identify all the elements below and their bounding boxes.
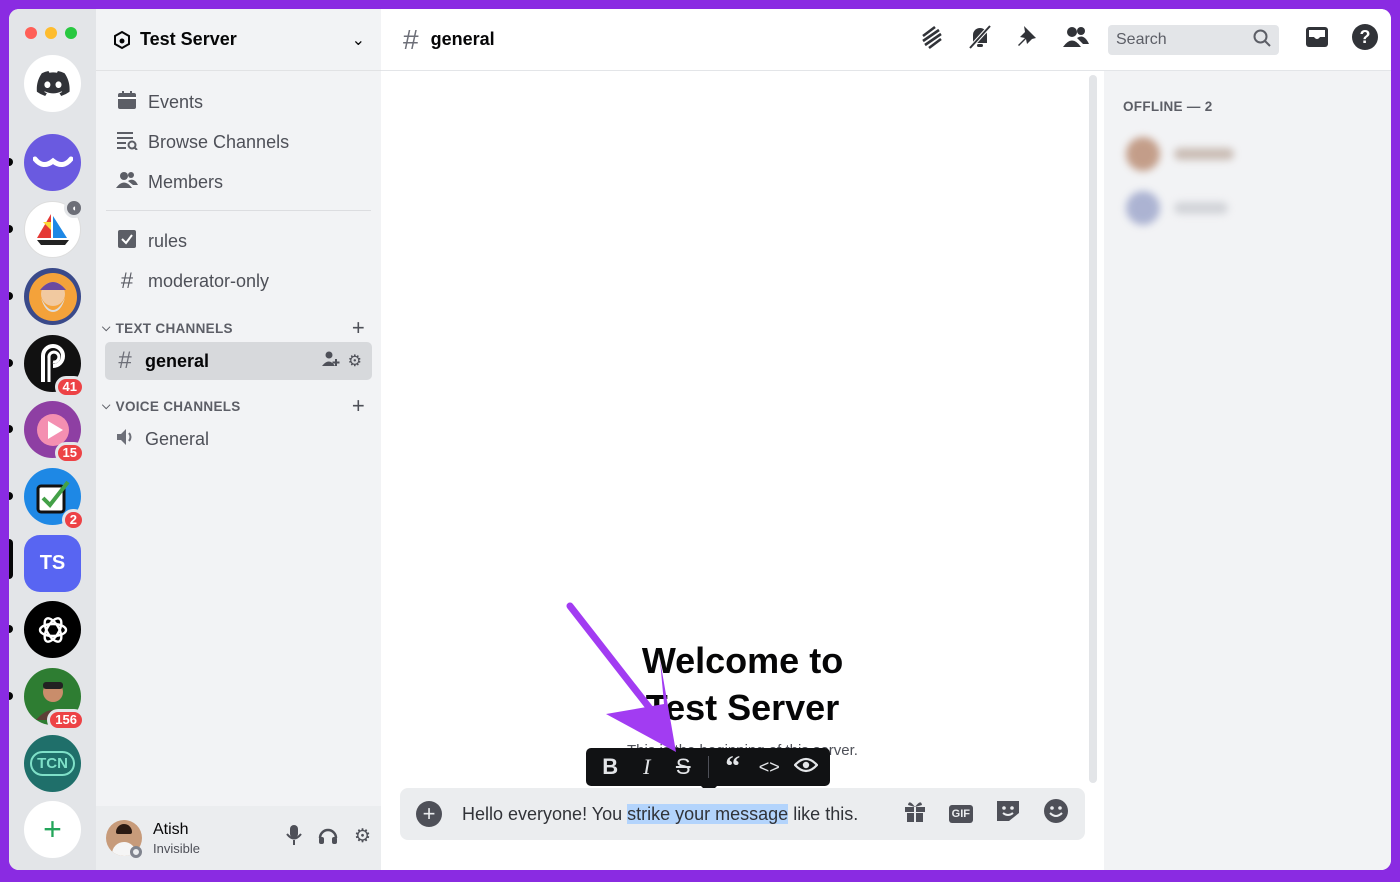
nav-browse-channels[interactable]: Browse Channels — [96, 122, 381, 162]
emoji-icon[interactable] — [1043, 798, 1069, 830]
sticker-icon[interactable] — [995, 799, 1021, 829]
search-input[interactable]: Search — [1108, 25, 1279, 55]
hash-icon: # — [118, 347, 132, 374]
strikethrough-icon[interactable]: S — [665, 754, 702, 780]
wave-server-button[interactable] — [24, 134, 81, 191]
threads-icon[interactable] — [908, 24, 956, 56]
member-row[interactable] — [1126, 191, 1228, 225]
close-window-button[interactable] — [25, 27, 37, 39]
channel-moderator-only[interactable]: # moderator-only — [96, 261, 381, 301]
channel-sidebar: Test Server ⌄ Events Browse Channels Mem… — [96, 9, 381, 870]
speaker-icon — [115, 425, 135, 453]
add-server-button[interactable]: + — [24, 801, 81, 858]
plus-icon: + — [43, 811, 62, 847]
mention-badge: 15 — [54, 442, 85, 464]
welcome-title-line2: Test Server — [645, 687, 840, 728]
create-channel-icon[interactable]: + — [352, 393, 365, 419]
formatting-toolbar: B I S “ <> — [586, 748, 830, 794]
mention-badge: 41 — [54, 376, 85, 398]
wizard-icon — [28, 272, 77, 321]
italic-icon[interactable]: I — [629, 754, 666, 780]
member-list-icon[interactable] — [1052, 26, 1100, 54]
user-panel: Atish Invisible ⚙ — [96, 806, 381, 870]
p-server-button[interactable]: 41 — [24, 335, 85, 398]
gift-icon[interactable] — [903, 799, 927, 829]
server-name: Test Server — [140, 29, 237, 49]
checkbox-icon — [36, 480, 70, 513]
invite-icon[interactable] — [321, 351, 340, 372]
nav-events[interactable]: Events — [96, 82, 381, 122]
minimize-window-button[interactable] — [45, 27, 57, 39]
search-icon — [1253, 29, 1271, 52]
user-status: Invisible — [153, 840, 200, 856]
member-row[interactable] — [1126, 137, 1234, 171]
category-text-channels[interactable]: ⌵ TEXT CHANNELS + — [96, 314, 381, 342]
wizard-server-button[interactable] — [24, 268, 81, 325]
member-list: OFFLINE — 2 — [1104, 71, 1391, 870]
sailboat-icon — [36, 213, 69, 245]
mention-badge: 156 — [47, 709, 85, 731]
username: Atish — [153, 820, 189, 838]
spoiler-eye-icon[interactable] — [787, 754, 824, 780]
calendar-icon — [116, 90, 138, 115]
offline-header: OFFLINE — 2 — [1123, 99, 1213, 114]
chevron-down-icon: ⌵ — [102, 321, 111, 334]
nav-members[interactable]: Members — [96, 162, 381, 202]
chevron-down-icon: ⌵ — [102, 399, 111, 412]
check-server-button[interactable]: 2 — [24, 468, 85, 531]
discord-icon — [36, 70, 70, 96]
headphones-icon[interactable] — [318, 825, 338, 851]
message-input[interactable]: Hello everyone! You strike your message … — [462, 803, 903, 825]
channel-header: # general Search ? — [381, 9, 1391, 71]
quote-icon[interactable]: “ — [714, 752, 751, 782]
notifications-muted-icon[interactable] — [956, 24, 1004, 56]
chevron-down-icon: ⌄ — [351, 31, 365, 49]
members-icon — [116, 171, 138, 194]
upload-plus-icon[interactable]: + — [416, 801, 442, 827]
voice-activity-icon: ◖ — [64, 198, 84, 218]
maximize-window-button[interactable] — [65, 27, 77, 39]
voice-channel-general[interactable]: General — [105, 420, 372, 458]
community-server-icon — [114, 30, 130, 49]
boat-server-button[interactable]: ◖ — [24, 198, 84, 258]
pinned-messages-icon[interactable] — [1004, 24, 1052, 56]
inbox-icon[interactable] — [1293, 25, 1341, 55]
wave-icon — [32, 156, 73, 167]
status-invisible-icon — [130, 846, 142, 858]
hash-icon: # — [403, 23, 419, 55]
user-settings-gear-icon[interactable]: ⚙ — [354, 825, 371, 851]
discord-home-button[interactable] — [24, 55, 81, 112]
welcome-title-line1: Welcome to — [641, 640, 844, 681]
message-composer[interactable]: + Hello everyone! You strike your messag… — [400, 788, 1085, 840]
ts-server-button[interactable]: TS — [24, 535, 81, 592]
person-server-button[interactable]: 156 — [24, 668, 85, 731]
svg-text:?: ? — [1360, 27, 1371, 47]
openai-icon — [38, 616, 67, 643]
code-icon[interactable]: <> — [751, 757, 788, 778]
channel-rules[interactable]: rules — [96, 221, 381, 261]
browse-channels-icon — [116, 130, 138, 155]
app-window: ◖ 41 15 2 TS 156 TCN + Test Server ⌄ Eve… — [9, 9, 1391, 870]
channel-title: general — [430, 29, 495, 49]
channel-general[interactable]: # general ⚙ — [105, 342, 372, 380]
play-server-button[interactable]: 15 — [24, 401, 85, 464]
create-channel-icon[interactable]: + — [352, 315, 365, 341]
sidebar-divider — [106, 210, 371, 211]
gif-icon[interactable]: GIF — [948, 805, 973, 823]
gear-icon[interactable]: ⚙ — [348, 351, 362, 372]
microphone-icon[interactable] — [286, 825, 302, 851]
openai-server-button[interactable] — [24, 601, 81, 658]
category-voice-channels[interactable]: ⌵ VOICE CHANNELS + — [96, 392, 381, 420]
rules-icon — [116, 229, 138, 254]
help-icon[interactable]: ? — [1341, 23, 1389, 57]
bold-icon[interactable]: B — [592, 754, 629, 780]
chat-area: # general Search ? Welcome to Test Serve… — [381, 9, 1391, 870]
selected-text: strike your message — [627, 803, 789, 824]
mention-badge: 2 — [61, 509, 85, 531]
locked-hash-icon: # — [120, 268, 134, 293]
tcn-server-button[interactable]: TCN — [24, 735, 81, 792]
server-rail: ◖ 41 15 2 TS 156 TCN + — [9, 9, 96, 870]
server-header[interactable]: Test Server ⌄ — [96, 9, 381, 71]
